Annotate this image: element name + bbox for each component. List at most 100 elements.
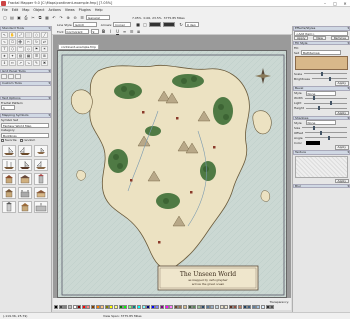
map-canvas[interactable]: The Unseen World as mapped by cartograph… bbox=[57, 50, 287, 298]
color-swatch[interactable] bbox=[265, 304, 270, 309]
color-swatch[interactable] bbox=[100, 304, 105, 309]
texture-preview[interactable] bbox=[295, 155, 348, 178]
color-swatch[interactable] bbox=[233, 304, 238, 309]
color-swatch[interactable] bbox=[219, 304, 224, 309]
color-swatch[interactable] bbox=[270, 304, 275, 309]
tool-icon[interactable]: ✂ bbox=[25, 38, 32, 45]
zoom-out-icon[interactable]: ⊖ bbox=[72, 15, 78, 21]
maximize-button[interactable]: □ bbox=[330, 0, 340, 7]
tool-icon[interactable]: ⤢ bbox=[17, 31, 24, 38]
symbol-ship-icon[interactable] bbox=[18, 144, 32, 157]
color-swatch[interactable] bbox=[141, 304, 146, 309]
color-swatch[interactable] bbox=[123, 304, 128, 309]
symbol-house-icon[interactable] bbox=[18, 172, 32, 185]
color-swatch[interactable] bbox=[155, 304, 160, 309]
color-swatch[interactable] bbox=[118, 304, 123, 309]
symbol-house-icon[interactable] bbox=[18, 200, 32, 213]
apply-button[interactable]: Apply bbox=[334, 110, 349, 116]
color-swatch[interactable] bbox=[205, 304, 210, 309]
color-swatch[interactable] bbox=[178, 304, 183, 309]
bold-icon[interactable]: B bbox=[101, 29, 107, 35]
tool-icon[interactable]: ⊞ bbox=[41, 52, 48, 59]
color-swatch[interactable] bbox=[164, 304, 169, 309]
menu-plugins[interactable]: Plugins bbox=[79, 8, 91, 12]
color-swatch[interactable] bbox=[136, 304, 141, 309]
symbol-ship-icon[interactable] bbox=[2, 144, 16, 157]
color-swatch[interactable] bbox=[68, 304, 73, 309]
open-icon[interactable]: ▤ bbox=[9, 15, 15, 21]
tool-icon[interactable]: ○ bbox=[33, 31, 40, 38]
tool-icon[interactable]: ↖ bbox=[1, 31, 8, 38]
scale-slider[interactable] bbox=[304, 71, 347, 76]
tool-icon[interactable]: ✖ bbox=[41, 59, 48, 66]
height-slider[interactable] bbox=[305, 106, 347, 110]
color-swatch[interactable] bbox=[215, 304, 220, 309]
fractal-pattern-field[interactable]: 1 bbox=[1, 105, 15, 110]
tool-icon[interactable]: T bbox=[1, 45, 8, 52]
color-swatch[interactable] bbox=[81, 304, 86, 309]
light-slider[interactable] bbox=[303, 101, 347, 105]
zoom-in-icon[interactable]: ⊕ bbox=[65, 15, 71, 21]
tool-icon[interactable]: ➕ bbox=[17, 38, 24, 45]
color-swatch[interactable] bbox=[196, 304, 201, 309]
tool-icon[interactable]: ▧ bbox=[17, 52, 24, 59]
close-button[interactable]: ✕ bbox=[340, 0, 350, 7]
tool-icon[interactable]: ★ bbox=[1, 52, 8, 59]
color-swatch[interactable] bbox=[201, 304, 206, 309]
shadow-style-select[interactable]: None bbox=[305, 120, 336, 125]
new-icon[interactable]: ▢ bbox=[2, 15, 8, 21]
angle-field[interactable]: 0 deg bbox=[185, 22, 200, 27]
redo-icon[interactable]: ↷ bbox=[58, 15, 64, 21]
copy-icon[interactable]: ⧉ bbox=[37, 15, 43, 21]
shadow-color-swatch[interactable] bbox=[305, 140, 320, 145]
symbol-house-icon[interactable] bbox=[34, 186, 48, 199]
offset-slider[interactable] bbox=[305, 130, 347, 135]
document-tab[interactable]: continent-example.fmp bbox=[58, 44, 100, 49]
tool-icon[interactable]: ▩ bbox=[25, 52, 32, 59]
symbol-ship-icon[interactable] bbox=[18, 158, 32, 171]
color-swatch[interactable] bbox=[127, 304, 132, 309]
italic-icon[interactable]: I bbox=[108, 29, 114, 35]
tool-icon[interactable]: ⚑ bbox=[33, 45, 40, 52]
font-select[interactable]: Cormorant bbox=[64, 29, 89, 34]
fill-set-select[interactable]: Bathtemap bbox=[300, 50, 341, 55]
symbol-set-select[interactable]: Fantasy World Map bbox=[1, 122, 49, 128]
tool-icon[interactable]: ✦ bbox=[9, 52, 16, 59]
color-swatch[interactable] bbox=[72, 304, 77, 309]
tool-icon[interactable]: ↗ bbox=[17, 59, 24, 66]
minimize-button[interactable]: – bbox=[320, 0, 330, 7]
tool-icon[interactable]: ✎ bbox=[33, 59, 40, 66]
tool-icon[interactable]: ☀ bbox=[41, 45, 48, 52]
color-swatch[interactable] bbox=[210, 304, 215, 309]
align-right-icon[interactable]: ≣ bbox=[136, 29, 142, 35]
bevel-style-select[interactable]: None bbox=[305, 90, 336, 96]
texture-header[interactable]: Texture ▾ bbox=[293, 150, 350, 155]
tool-icon[interactable]: ∿ bbox=[1, 38, 8, 45]
color-swatch[interactable] bbox=[261, 304, 266, 309]
tool-icon[interactable]: ↻ bbox=[33, 38, 40, 45]
color-swatch[interactable] bbox=[256, 304, 261, 309]
color-swatch[interactable] bbox=[114, 304, 119, 309]
color-swatch[interactable] bbox=[150, 304, 155, 309]
line-style-select[interactable]: (solid) bbox=[72, 22, 97, 27]
tool-icon[interactable]: ⇄ bbox=[41, 38, 48, 45]
tool-icon[interactable]: ⬜ bbox=[25, 31, 32, 38]
grid-square-icon[interactable] bbox=[1, 74, 7, 79]
random-checkbox[interactable] bbox=[19, 138, 23, 142]
layer-select[interactable]: General bbox=[86, 15, 110, 20]
color-swatch[interactable] bbox=[95, 304, 100, 309]
color-swatch-2[interactable] bbox=[163, 22, 176, 27]
menu-file[interactable]: File bbox=[2, 8, 8, 12]
symbol-ship-icon[interactable] bbox=[2, 158, 16, 171]
save-icon[interactable]: ▣ bbox=[16, 15, 22, 21]
arrows-select[interactable]: (none) bbox=[113, 22, 132, 27]
symbol-castle-icon[interactable] bbox=[34, 200, 48, 213]
menu-help[interactable]: Help bbox=[95, 8, 103, 12]
color-swatch[interactable] bbox=[173, 304, 178, 309]
width-slider[interactable] bbox=[304, 96, 347, 100]
color-swatch[interactable] bbox=[159, 304, 164, 309]
menu-views[interactable]: Views bbox=[65, 8, 75, 12]
grid-hex-icon[interactable] bbox=[8, 74, 14, 79]
grid-dot-icon[interactable] bbox=[15, 74, 21, 79]
tool-icon[interactable]: ⎔ bbox=[9, 38, 16, 45]
